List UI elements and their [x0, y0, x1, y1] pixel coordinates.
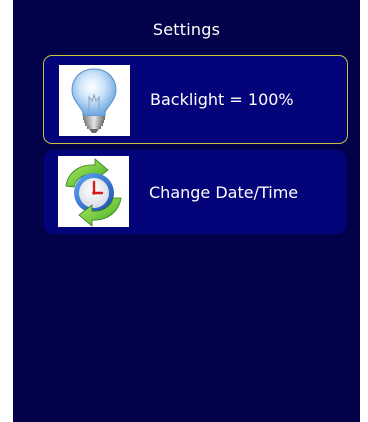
settings-screen: Settings Backlight = 100% Change Date/Ti… [13, 0, 360, 422]
change-date-time-label: Change Date/Time [149, 182, 299, 202]
menu-item-change-date-time[interactable]: Change Date/Time [44, 150, 346, 234]
menu-item-backlight[interactable]: Backlight = 100% [43, 55, 348, 144]
clock-refresh-icon [58, 156, 129, 227]
lightbulb-icon [59, 65, 130, 136]
screen-title: Settings [152, 20, 221, 39]
backlight-label: Backlight = 100% [150, 90, 294, 109]
